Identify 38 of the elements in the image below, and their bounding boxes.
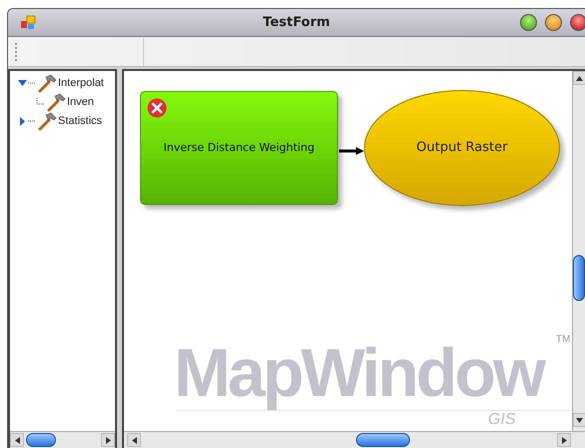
tree-item[interactable]: Interpolat bbox=[58, 75, 104, 92]
right-arrow-icon bbox=[562, 436, 566, 444]
close-button[interactable] bbox=[570, 14, 585, 31]
tree-line bbox=[36, 98, 45, 107]
trademark-mark: TM bbox=[556, 335, 570, 345]
left-arrow-icon bbox=[132, 436, 136, 444]
right-arrow-icon bbox=[106, 436, 110, 444]
maximize-button[interactable] bbox=[520, 14, 537, 31]
scroll-right-button[interactable] bbox=[557, 433, 571, 447]
scroll-left-button[interactable] bbox=[127, 433, 141, 447]
scroll-thumb[interactable] bbox=[26, 433, 56, 447]
left-arrow-icon bbox=[14, 436, 20, 444]
logo-subtitle: GIS bbox=[488, 411, 516, 429]
minimize-button[interactable] bbox=[545, 14, 562, 31]
window-title: TestForm bbox=[262, 14, 330, 30]
output-node[interactable]: Output Raster bbox=[364, 90, 560, 206]
expander-icon[interactable] bbox=[18, 79, 27, 88]
hammer-icon bbox=[37, 112, 57, 131]
up-arrow-icon bbox=[576, 76, 583, 80]
scroll-up-button[interactable] bbox=[573, 71, 585, 85]
scroll-down-button[interactable] bbox=[573, 413, 585, 427]
scroll-thumb[interactable] bbox=[356, 433, 410, 447]
scroll-left-button[interactable] bbox=[10, 433, 24, 447]
tree-item[interactable]: Inven bbox=[67, 94, 94, 111]
horizontal-scrollbar[interactable] bbox=[10, 431, 115, 448]
scroll-thumb[interactable] bbox=[573, 255, 585, 301]
app-icon bbox=[20, 14, 36, 30]
hammer-icon bbox=[46, 93, 66, 112]
tree-item[interactable]: Statistics bbox=[58, 113, 102, 130]
expander-icon[interactable] bbox=[18, 117, 27, 126]
grip-icon[interactable] bbox=[15, 42, 18, 62]
vertical-scrollbar[interactable] bbox=[572, 71, 585, 431]
scroll-right-button[interactable] bbox=[101, 433, 115, 447]
connector-arrow bbox=[339, 147, 364, 155]
hammer-icon bbox=[37, 74, 57, 93]
process-node[interactable]: Inverse Distance Weighting bbox=[140, 91, 338, 205]
horizontal-scrollbar[interactable] bbox=[124, 431, 585, 448]
down-arrow-icon bbox=[576, 418, 583, 422]
